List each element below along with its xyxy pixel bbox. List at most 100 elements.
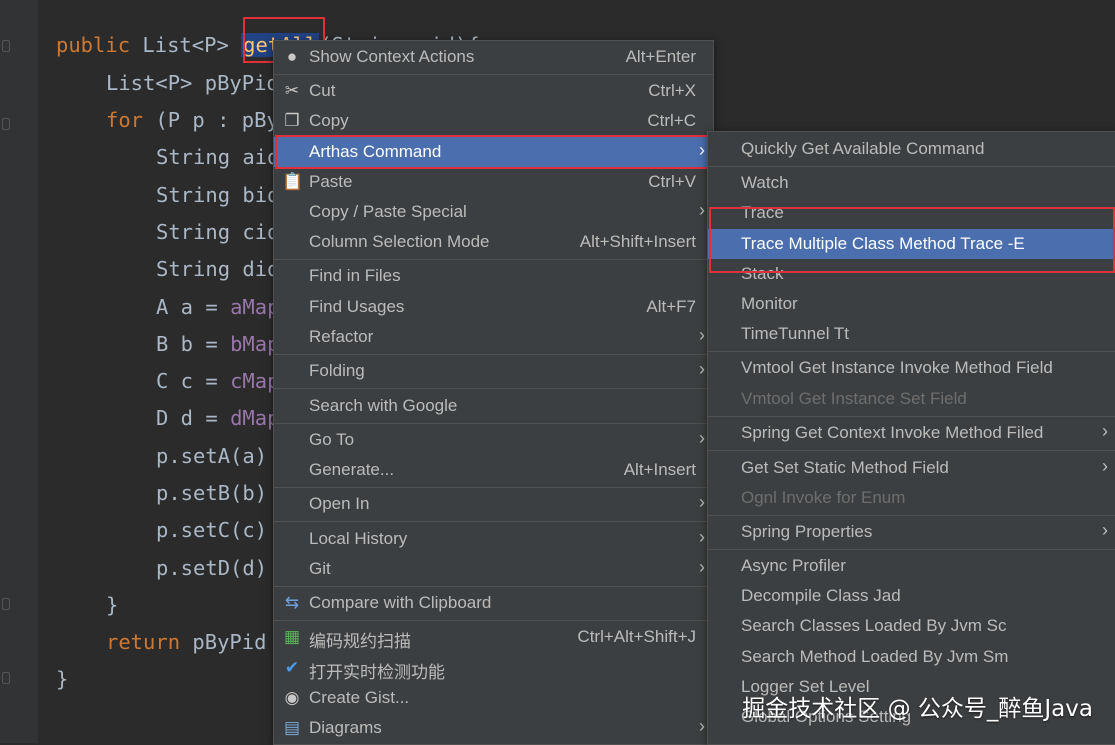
menu-item-go-to[interactable]: Go To › xyxy=(274,425,713,455)
code-line-5[interactable]: String bid xyxy=(156,180,279,210)
menu-separator xyxy=(274,259,713,260)
menu-item-shortcut: Alt+Insert xyxy=(623,460,696,479)
code-line-16[interactable]: } xyxy=(106,590,118,620)
lightbulb-icon: ● xyxy=(286,47,298,66)
menu-item-label: Git xyxy=(309,559,331,578)
submenu-item-timetunnel[interactable]: TimeTunnel Tt xyxy=(708,319,1115,349)
menu-item-label: Ognl Invoke for Enum xyxy=(741,488,906,507)
menu-item-label: Column Selection Mode xyxy=(309,232,490,251)
code-line-13[interactable]: p.setB(b) xyxy=(156,478,267,508)
menu-item-label: 编码规约扫描 xyxy=(309,632,411,651)
submenu-item-trace[interactable]: Trace xyxy=(708,198,1115,228)
code-line-17[interactable]: return pByPid xyxy=(106,627,266,657)
submenu-item-watch[interactable]: Watch xyxy=(708,168,1115,198)
menu-item-shortcut: Ctrl+X xyxy=(648,81,696,100)
fold-marker-icon[interactable] xyxy=(2,118,10,130)
code-line-10[interactable]: C c = cMap xyxy=(156,366,279,396)
chevron-right-icon: › xyxy=(1102,520,1108,540)
code-text: (P p : pBy xyxy=(143,108,279,132)
menu-separator xyxy=(274,423,713,424)
code-text: pByPid xyxy=(180,630,267,654)
menu-separator xyxy=(274,521,713,522)
menu-separator xyxy=(274,620,713,621)
submenu-item-spring-context[interactable]: Spring Get Context Invoke Method Filed › xyxy=(708,418,1115,448)
scan-icon: ▦ xyxy=(283,627,301,646)
menu-item-folding[interactable]: Folding › xyxy=(274,356,713,386)
code-line-12[interactable]: p.setA(a) xyxy=(156,441,267,471)
code-line-11[interactable]: D d = dMap xyxy=(156,403,279,433)
menu-item-refactor[interactable]: Refactor › xyxy=(274,322,713,352)
submenu-item-quickly-get-command[interactable]: Quickly Get Available Command xyxy=(708,134,1115,164)
menu-item-label: Spring Get Context Invoke Method Filed xyxy=(741,423,1044,442)
code-line-7[interactable]: String did xyxy=(156,254,279,284)
menu-item-copy[interactable]: ❐ Copy Ctrl+C xyxy=(274,106,713,136)
menu-item-local-history[interactable]: Local History › xyxy=(274,524,713,554)
menu-item-diagrams[interactable]: ▤ Diagrams › xyxy=(274,713,713,743)
menu-item-compare-with-clipboard[interactable]: ⇆ Compare with Clipboard xyxy=(274,588,713,618)
submenu-item-search-method[interactable]: Search Method Loaded By Jvm Sm xyxy=(708,642,1115,672)
code-line-18[interactable]: } xyxy=(56,664,68,694)
menu-item-search-with-google[interactable]: Search with Google xyxy=(274,391,713,421)
chevron-right-icon: › xyxy=(699,140,705,160)
menu-separator xyxy=(274,74,713,75)
code-line-4[interactable]: String aid xyxy=(156,142,279,172)
submenu-item-ognl-enum[interactable]: Ognl Invoke for Enum xyxy=(708,483,1115,513)
menu-item-cut[interactable]: ✂ Cut Ctrl+X xyxy=(274,76,713,106)
menu-separator xyxy=(708,166,1115,167)
menu-item-open-in[interactable]: Open In › xyxy=(274,489,713,519)
submenu-item-get-set-static[interactable]: Get Set Static Method Field › xyxy=(708,453,1115,483)
chevron-right-icon: › xyxy=(1102,421,1108,441)
menu-item-label: Monitor xyxy=(741,294,798,313)
submenu-item-spring-properties[interactable]: Spring Properties › xyxy=(708,517,1115,547)
arthas-submenu: Quickly Get Available Command Watch Trac… xyxy=(707,131,1115,745)
code-text: List<P> xyxy=(130,33,242,57)
code-line-2[interactable]: List<P> pByPid xyxy=(106,68,279,98)
submenu-item-decompile-jad[interactable]: Decompile Class Jad xyxy=(708,581,1115,611)
menu-item-show-context-actions[interactable]: ● Show Context Actions Alt+Enter xyxy=(274,42,713,72)
submenu-item-stack[interactable]: Stack xyxy=(708,259,1115,289)
compare-icon: ⇆ xyxy=(284,593,300,612)
menu-item-git[interactable]: Git › xyxy=(274,554,713,584)
fold-marker-icon[interactable] xyxy=(2,40,10,52)
menu-item-label: Vmtool Get Instance Invoke Method Field xyxy=(741,358,1053,377)
menu-item-find-in-files[interactable]: Find in Files xyxy=(274,261,713,291)
code-text: D d = xyxy=(156,406,231,430)
menu-item-realtime-detection[interactable]: ✔ 打开实时检测功能 xyxy=(274,653,713,683)
submenu-item-async-profiler[interactable]: Async Profiler xyxy=(708,551,1115,581)
menu-item-paste[interactable]: 📋 Paste Ctrl+V xyxy=(274,167,713,197)
submenu-item-trace-multiple[interactable]: Trace Multiple Class Method Trace -E xyxy=(708,229,1115,259)
submenu-item-vmtool-set-field[interactable]: Vmtool Get Instance Set Field xyxy=(708,384,1115,414)
fold-marker-icon[interactable] xyxy=(2,598,10,610)
code-line-8[interactable]: A a = aMap xyxy=(156,292,279,322)
menu-item-arthas-command[interactable]: Arthas Command › xyxy=(274,137,713,167)
menu-item-label: Refactor xyxy=(309,327,374,346)
watermark: 掘金技术社区 @ 公众号_醉鱼Java xyxy=(742,696,1093,722)
submenu-item-search-classes[interactable]: Search Classes Loaded By Jvm Sc xyxy=(708,611,1115,641)
code-line-6[interactable]: String cid xyxy=(156,217,279,247)
scissors-icon: ✂ xyxy=(284,81,300,100)
menu-item-column-selection-mode[interactable]: Column Selection Mode Alt+Shift+Insert xyxy=(274,227,713,257)
keyword: public xyxy=(56,33,131,57)
submenu-item-monitor[interactable]: Monitor xyxy=(708,289,1115,319)
menu-item-copy-paste-special[interactable]: Copy / Paste Special › xyxy=(274,197,713,227)
menu-separator xyxy=(708,450,1115,451)
fold-marker-icon[interactable] xyxy=(2,672,10,684)
diagram-icon: ▤ xyxy=(283,718,301,737)
menu-item-find-usages[interactable]: Find Usages Alt+F7 xyxy=(274,292,713,322)
menu-item-create-gist[interactable]: ◉ Create Gist... xyxy=(274,683,713,713)
code-line-14[interactable]: p.setC(c) xyxy=(156,515,267,545)
menu-item-label: Vmtool Get Instance Set Field xyxy=(741,389,967,408)
code-line-3[interactable]: for (P p : pBy xyxy=(106,105,279,135)
menu-item-label: TimeTunnel Tt xyxy=(741,324,850,343)
menu-item-label: Watch xyxy=(741,173,789,192)
menu-item-label: Local History xyxy=(309,529,408,548)
menu-item-generate[interactable]: Generate... Alt+Insert xyxy=(274,455,713,485)
menu-item-code-scan[interactable]: ▦ 编码规约扫描 Ctrl+Alt+Shift+J xyxy=(274,622,713,652)
code-line-9[interactable]: B b = bMap xyxy=(156,329,279,359)
menu-item-label: Arthas Command xyxy=(309,142,442,161)
menu-separator xyxy=(274,586,713,587)
menu-separator xyxy=(708,515,1115,516)
menu-separator xyxy=(274,487,713,488)
code-line-15[interactable]: p.setD(d) xyxy=(156,553,267,583)
submenu-item-vmtool-invoke[interactable]: Vmtool Get Instance Invoke Method Field xyxy=(708,353,1115,383)
